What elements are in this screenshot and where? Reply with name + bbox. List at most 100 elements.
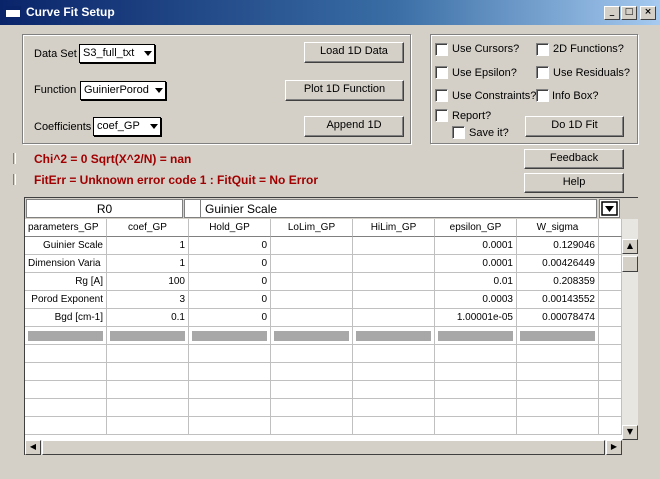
column-header[interactable]: Hold_GP [189,219,271,237]
append-1d-button[interactable]: Append 1D [304,116,404,137]
sigma-cell[interactable]: 0.00078474 [517,309,599,327]
entry-spacer [184,199,201,218]
chevron-down-icon [150,124,158,129]
coef-cell[interactable]: 0.1 [107,309,189,327]
table-row-empty[interactable] [25,399,622,417]
column-header [599,219,622,237]
hold-cell[interactable]: 0 [189,255,271,273]
empty-cell [599,309,622,327]
epsilon-cell[interactable]: 0.01 [435,273,517,291]
table-row[interactable]: Rg [A] 100 0 0.01 0.208359 [25,273,622,291]
scroll-right-button[interactable]: ▶ [606,440,622,455]
hilim-cell[interactable] [353,255,435,273]
vertical-scroll-thumb[interactable] [622,256,638,272]
sigma-cell[interactable]: 0.00143552 [517,291,599,309]
maximize-button[interactable]: □ [621,6,637,20]
table-row-empty[interactable] [25,363,622,381]
use-epsilon-checkbox[interactable] [435,66,448,79]
epsilon-cell[interactable]: 0.0003 [435,291,517,309]
param-cell[interactable]: Porod Exponent [25,291,107,309]
scroll-up-button[interactable]: ▲ [622,239,638,254]
use-cursors-label: Use Cursors? [452,43,520,55]
epsilon-cell[interactable]: 0.0001 [435,237,517,255]
fit-error-status: FitErr = Unknown error code 1 : FitQuit … [34,173,319,187]
lolim-cell[interactable] [271,273,353,291]
epsilon-cell[interactable]: 0.0001 [435,255,517,273]
table-row[interactable]: Guinier Scale 1 0 0.0001 0.129046 [25,237,622,255]
column-header[interactable]: epsilon_GP [435,219,517,237]
dataset-select[interactable]: S3_full_txt [79,44,155,63]
coef-cell[interactable]: 3 [107,291,189,309]
save-it-checkbox[interactable] [452,126,465,139]
status-grip [13,153,16,164]
coefficients-select[interactable]: coef_GP [93,117,161,136]
param-cell[interactable]: Dimension Varia [25,255,107,273]
param-cell[interactable]: Bgd [cm-1] [25,309,107,327]
lolim-cell[interactable] [271,291,353,309]
lolim-cell[interactable] [271,309,353,327]
horizontal-scrollbar[interactable]: ◀ ▶ [25,440,622,455]
table-row-empty[interactable] [25,381,622,399]
coefficients-label: Coefficients [34,121,92,133]
close-button[interactable]: × [640,6,656,20]
sigma-cell[interactable]: 0.129046 [517,237,599,255]
column-header[interactable]: parameters_GP [25,219,107,237]
empty-cell [599,255,622,273]
hold-cell[interactable]: 0 [189,273,271,291]
use-constraints-checkbox[interactable] [435,89,448,102]
param-cell[interactable]: Rg [A] [25,273,107,291]
separator-cell [353,327,435,345]
function-label: Function [34,84,77,96]
help-button[interactable]: Help [524,173,624,193]
hilim-cell[interactable] [353,273,435,291]
hilim-cell[interactable] [353,309,435,327]
hold-cell[interactable]: 0 [189,237,271,255]
epsilon-cell[interactable]: 1.00001e-05 [435,309,517,327]
use-residuals-label: Use Residuals? [553,67,631,79]
column-header[interactable]: coef_GP [107,219,189,237]
coefficients-value: coef_GP [97,120,140,132]
lolim-cell[interactable] [271,255,353,273]
horizontal-scroll-thumb[interactable] [42,440,605,455]
minimize-button[interactable]: _ [604,6,620,20]
table-row[interactable]: Dimension Varia 1 0 0.0001 0.00426449 [25,255,622,273]
report-checkbox[interactable] [435,109,448,122]
use-cursors-checkbox[interactable] [435,43,448,56]
coef-cell[interactable]: 1 [107,255,189,273]
sigma-cell[interactable]: 0.208359 [517,273,599,291]
use-residuals-checkbox[interactable] [536,66,549,79]
info-box-checkbox[interactable] [536,89,549,102]
status-grip [13,174,16,185]
column-header[interactable]: LoLim_GP [271,219,353,237]
table-row[interactable]: Porod Exponent 3 0 0.0003 0.00143552 [25,291,622,309]
column-header[interactable]: HiLim_GP [353,219,435,237]
coef-cell[interactable]: 1 [107,237,189,255]
do-1d-fit-button[interactable]: Do 1D Fit [525,116,624,137]
2d-functions-label: 2D Functions? [553,43,624,55]
table-row[interactable]: Bgd [cm-1] 0.1 0 1.00001e-05 0.00078474 [25,309,622,327]
hold-cell[interactable]: 0 [189,291,271,309]
coef-cell[interactable]: 100 [107,273,189,291]
function-select[interactable]: GuinierPorod [80,81,166,100]
entry-menu-button[interactable] [599,199,620,218]
hilim-cell[interactable] [353,291,435,309]
empty-cell [599,273,622,291]
plot-1d-function-button[interactable]: Plot 1D Function [285,80,404,101]
scroll-left-button[interactable]: ◀ [25,440,41,455]
scroll-down-button[interactable]: ▼ [622,425,638,440]
lolim-cell[interactable] [271,237,353,255]
hold-cell[interactable]: 0 [189,309,271,327]
sigma-cell[interactable]: 0.00426449 [517,255,599,273]
chevron-down-icon [155,88,163,93]
table-row-empty[interactable] [25,345,622,363]
separator-cell [517,327,599,345]
param-cell[interactable]: Guinier Scale [25,237,107,255]
table-row-empty[interactable] [25,417,622,435]
entry-value-input[interactable]: Guinier Scale [200,199,597,218]
vertical-scrollbar[interactable]: ▲ ▼ [622,219,638,440]
2d-functions-checkbox[interactable] [536,43,549,56]
hilim-cell[interactable] [353,237,435,255]
load-1d-data-button[interactable]: Load 1D Data [304,42,404,63]
column-header[interactable]: W_sigma [517,219,599,237]
feedback-button[interactable]: Feedback [524,149,624,169]
